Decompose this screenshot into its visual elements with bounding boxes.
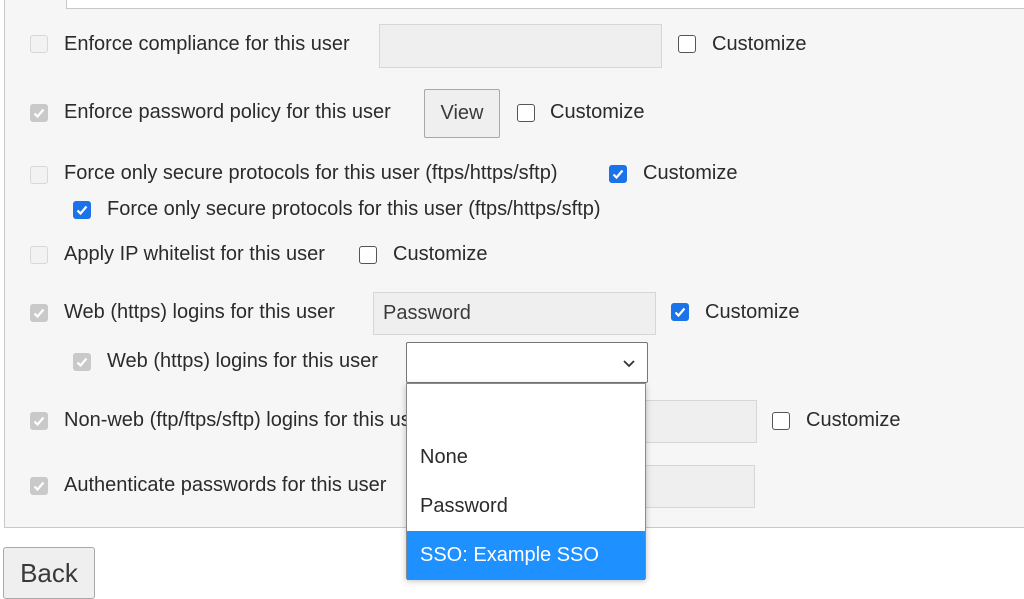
- compliance-label-wrap: Enforce compliance for this user: [64, 33, 350, 56]
- compliance-customize[interactable]: [678, 35, 696, 53]
- auth-passwords-checkbox: [30, 477, 48, 495]
- dropdown-option-sso[interactable]: SSO: Example SSO: [407, 531, 645, 580]
- web-logins-field: Password: [373, 292, 656, 335]
- check-icon: [33, 416, 45, 427]
- password-policy-checkbox: [30, 104, 48, 122]
- password-policy-customize-checkbox[interactable]: [517, 104, 535, 122]
- secure-protocols-sub-checkbox[interactable]: [73, 201, 91, 219]
- compliance-customize-label[interactable]: Customize: [712, 33, 806, 56]
- compliance-customize-checkbox[interactable]: [678, 35, 696, 53]
- secure-protocols-label: Force only secure protocols for this use…: [64, 162, 558, 184]
- chevron-down-icon: [623, 360, 635, 368]
- secure-protocols-customize-checkbox[interactable]: [609, 165, 627, 183]
- compliance-checkbox: [30, 35, 48, 53]
- compliance-row: [30, 35, 48, 53]
- check-icon: [674, 307, 686, 318]
- password-policy-label: Enforce password policy for this user: [64, 101, 391, 123]
- previous-field[interactable]: [66, 0, 1024, 9]
- secure-protocols-sub-label: Force only secure protocols for this use…: [107, 198, 601, 220]
- secure-protocols-customize-label[interactable]: Customize: [643, 162, 737, 185]
- compliance-label: Enforce compliance for this user: [64, 33, 350, 55]
- select-dropdown: None Password SSO: Example SSO: [406, 383, 646, 580]
- compliance-field: [379, 24, 662, 68]
- web-logins-sub-checkbox: [73, 353, 91, 371]
- nonweb-logins-customize-label[interactable]: Customize: [806, 409, 900, 432]
- check-icon: [612, 169, 624, 180]
- nonweb-logins-label: Non-web (ftp/ftps/sftp) logins for this …: [64, 409, 429, 431]
- web-logins-customize-checkbox[interactable]: [671, 303, 689, 321]
- web-logins-select[interactable]: [406, 342, 648, 383]
- check-icon: [33, 481, 45, 492]
- check-icon: [76, 205, 88, 216]
- ip-whitelist-customize-label[interactable]: Customize: [393, 243, 487, 266]
- nonweb-logins-checkbox: [30, 412, 48, 430]
- password-policy-customize-label[interactable]: Customize: [550, 101, 644, 124]
- check-icon: [33, 308, 45, 319]
- back-button[interactable]: Back: [3, 547, 95, 599]
- dropdown-option-password[interactable]: Password: [407, 482, 645, 531]
- ip-whitelist-customize-checkbox[interactable]: [359, 246, 377, 264]
- check-icon: [33, 108, 45, 119]
- ip-whitelist-label: Apply IP whitelist for this user: [64, 243, 325, 265]
- web-logins-checkbox: [30, 304, 48, 322]
- nonweb-logins-customize-checkbox[interactable]: [772, 412, 790, 430]
- ip-whitelist-checkbox: [30, 246, 48, 264]
- dropdown-option-blank[interactable]: [407, 384, 645, 433]
- check-icon: [76, 357, 88, 368]
- auth-passwords-label: Authenticate passwords for this user: [64, 474, 387, 496]
- secure-protocols-checkbox: [30, 166, 48, 184]
- web-logins-sub-label: Web (https) logins for this user: [107, 350, 378, 372]
- view-button[interactable]: View: [424, 89, 500, 138]
- web-logins-customize-label[interactable]: Customize: [705, 301, 799, 324]
- web-logins-label: Web (https) logins for this user: [64, 301, 335, 323]
- dropdown-option-none[interactable]: None: [407, 433, 645, 482]
